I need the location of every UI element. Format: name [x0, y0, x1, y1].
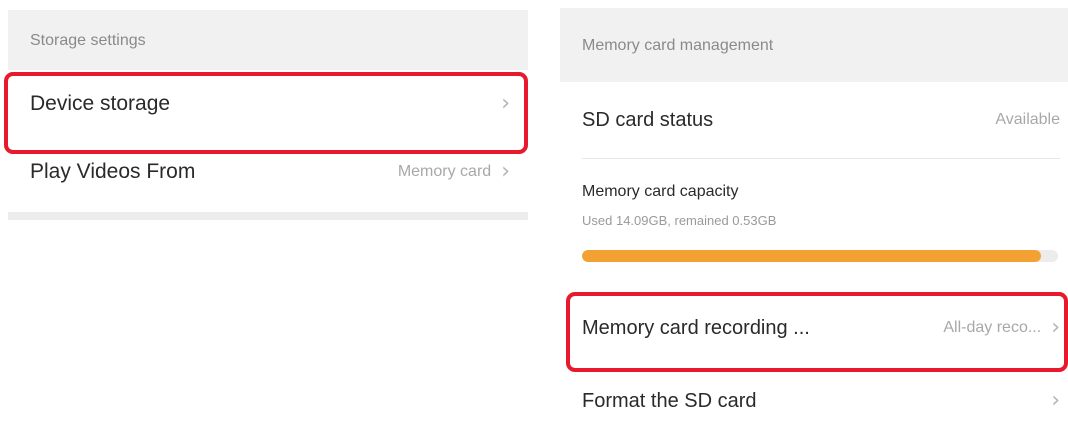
chevron-right-icon: › — [501, 91, 510, 116]
storage-settings-panel: Storage settings Device storage › Play V… — [8, 10, 528, 220]
capacity-progress-bar — [582, 250, 1058, 262]
memory-card-recording-row[interactable]: Memory card recording ... All-day reco..… — [560, 291, 1068, 365]
sd-card-status-label: SD card status — [582, 108, 714, 131]
capacity-detail: Used 14.09GB, remained 0.53GB — [582, 213, 777, 228]
device-storage-row[interactable]: Device storage › — [8, 70, 528, 138]
capacity-title: Memory card capacity — [582, 183, 739, 200]
sd-card-status-row: SD card status Available — [560, 82, 1068, 158]
chevron-right-icon: › — [1051, 388, 1060, 413]
format-sd-card-label: Format the SD card — [582, 389, 757, 412]
section-header-storage-settings: Storage settings — [8, 10, 528, 70]
memory-card-capacity: Memory card capacity Used 14.09GB, remai… — [560, 159, 1068, 291]
memory-card-management-panel: Memory card management SD card status Av… — [560, 8, 1068, 434]
screen: Storage settings Device storage › Play V… — [0, 0, 1068, 434]
device-storage-label: Device storage — [30, 92, 171, 115]
memory-card-recording-label: Memory card recording ... — [582, 316, 810, 339]
section-header-memory-card-management: Memory card management — [560, 8, 1068, 82]
format-sd-card-row[interactable]: Format the SD card › — [560, 365, 1068, 434]
sd-card-status-value: Available — [995, 111, 1060, 128]
play-videos-from-value: Memory card — [397, 163, 492, 180]
play-videos-from-label: Play Videos From — [30, 160, 196, 183]
capacity-progress-fill — [582, 250, 1041, 262]
chevron-right-icon: › — [1051, 315, 1060, 340]
memory-card-recording-value: All-day reco... — [943, 319, 1042, 336]
section-divider — [8, 212, 528, 220]
chevron-right-icon: › — [501, 159, 510, 184]
play-videos-from-row[interactable]: Play Videos From Memory card › — [8, 138, 528, 206]
